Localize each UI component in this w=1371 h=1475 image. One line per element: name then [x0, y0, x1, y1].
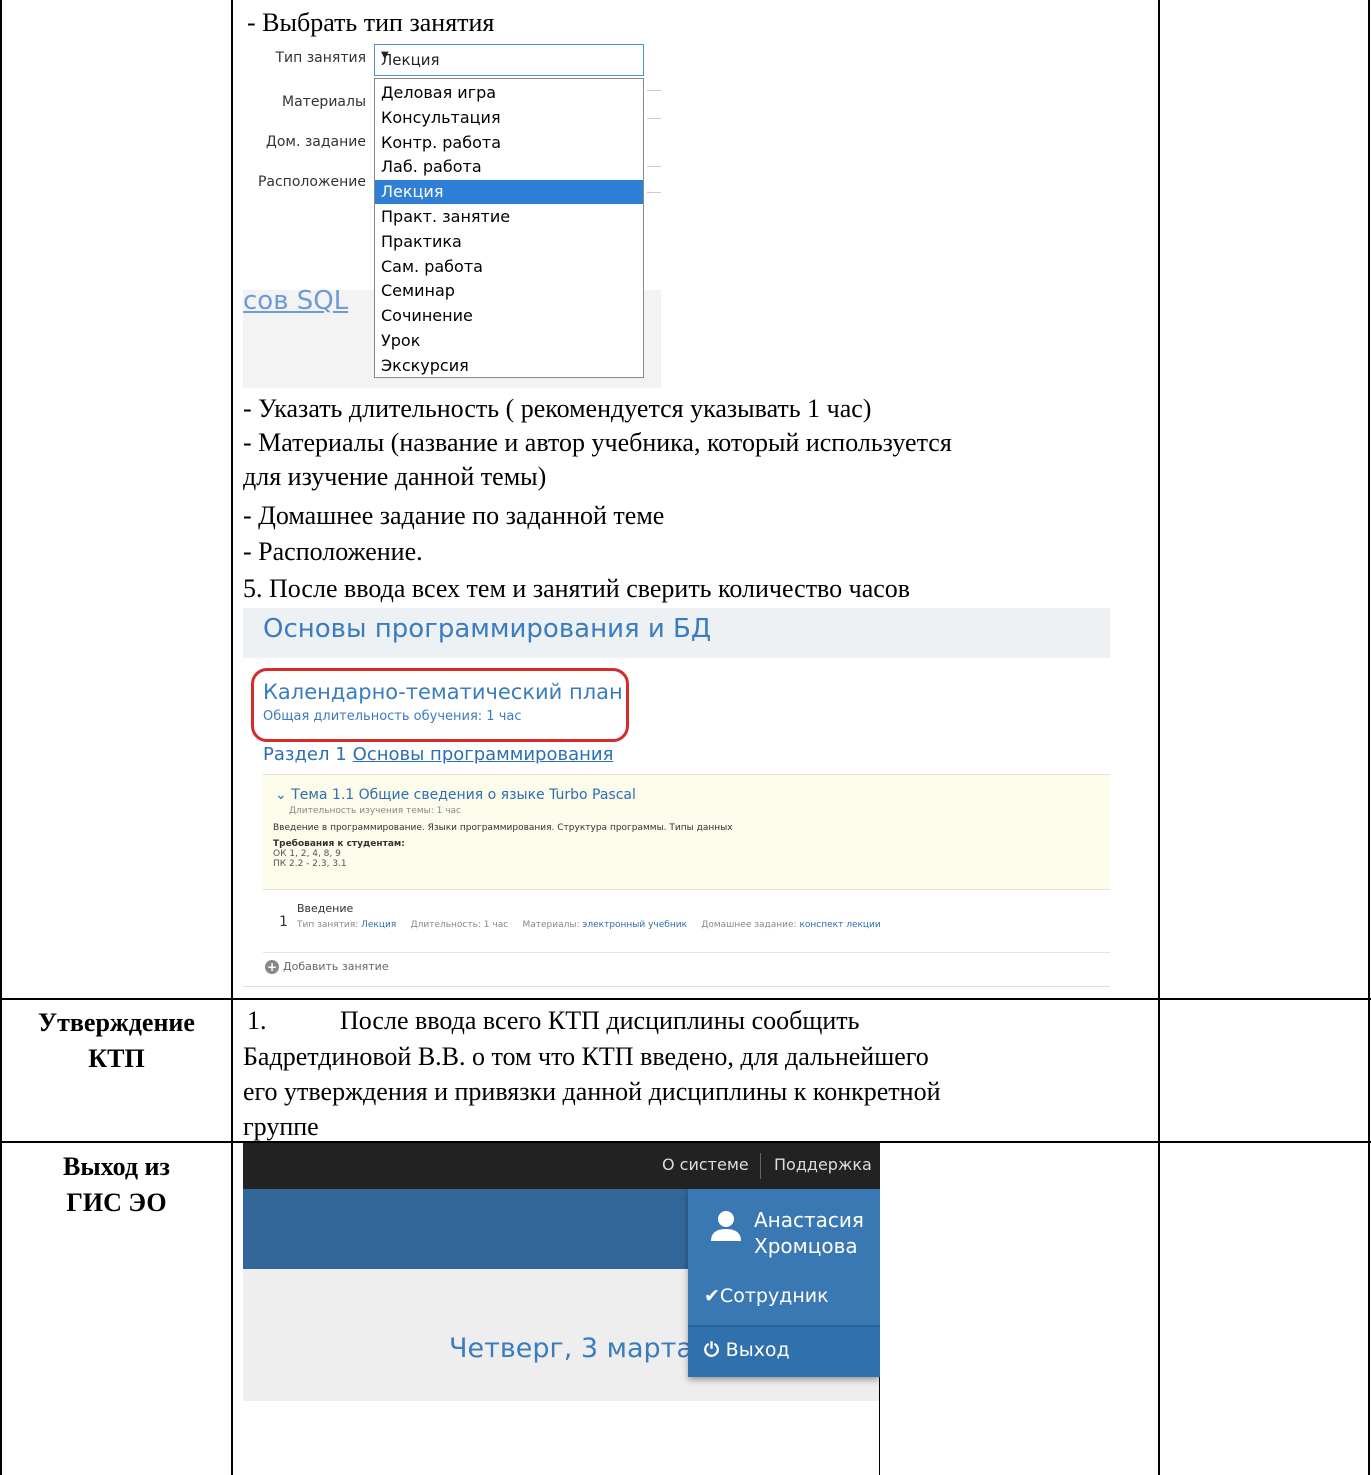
- instruction-line: для изучение данной темы): [243, 462, 547, 491]
- option-item[interactable]: Урок: [375, 329, 643, 353]
- lesson-type-select[interactable]: Лекция ▼: [374, 44, 644, 76]
- topic-duration: Длительность изучения темы: 1 час: [289, 806, 461, 816]
- option-item[interactable]: Сам. работа: [375, 255, 643, 279]
- label-materials: Материалы: [282, 94, 366, 110]
- ktp-screenshot: Основы программирования и БД Календарно-…: [243, 608, 1110, 988]
- lesson-type-link[interactable]: Лекция: [361, 920, 396, 930]
- power-icon: ⏻: [704, 1339, 726, 1361]
- section-heading: Раздел 1 Основы программирования: [263, 744, 613, 765]
- plan-title: Календарно-тематический план: [263, 680, 623, 704]
- row-divider-1: [0, 998, 1371, 1000]
- option-item[interactable]: Практ. занятие: [375, 205, 643, 229]
- field-edge: [647, 118, 661, 119]
- chevron-down-icon[interactable]: ⌄: [275, 787, 291, 803]
- instruction-line: - Расположение.: [243, 537, 423, 566]
- col-divider-2: [1158, 0, 1160, 1475]
- lesson-row[interactable]: 1 Введение Тип занятия: Лекция Длительно…: [263, 890, 1110, 953]
- check-icon: ✔: [704, 1285, 720, 1307]
- section-label: Раздел 1: [263, 744, 347, 765]
- label-lesson-type: Тип занятия: [275, 50, 366, 66]
- panel-edge: [879, 1377, 880, 1475]
- requirements-ok: ОК 1, 2, 4, 8, 9: [273, 849, 341, 859]
- background-link[interactable]: сов SQL: [243, 286, 348, 316]
- role-item[interactable]: ✔Сотрудник: [704, 1285, 829, 1307]
- row-label-approval: Утверждение КТП: [38, 1008, 195, 1073]
- topic-description: Введение в программирование. Языки прогр…: [273, 823, 733, 833]
- approval-line: После ввода всего КТП дисциплины сообщит…: [340, 1006, 860, 1035]
- chevron-down-icon: ▼: [381, 50, 389, 61]
- instruction-line: 5. После ввода всех тем и занятий сверит…: [243, 574, 911, 603]
- user-menu: Анастасия Хромцова ✔Сотрудник ⏻ Выход: [688, 1189, 880, 1377]
- materials-link[interactable]: электронный учебник: [582, 920, 687, 930]
- row-label-exit: Выход из ГИС ЭО: [63, 1152, 170, 1217]
- approval-line: Бадретдиновой В.В. о том что КТП введено…: [243, 1042, 929, 1071]
- instruction-line: - Указать длительность ( рекомендуется у…: [243, 394, 872, 423]
- topic-title[interactable]: ⌄ Тема 1.1 Общие сведения о языке Turbo …: [275, 787, 636, 803]
- option-item[interactable]: Практика: [375, 230, 643, 254]
- field-edge: [647, 90, 661, 91]
- topic-card: ⌄ Тема 1.1 Общие сведения о языке Turbo …: [263, 774, 1110, 890]
- lesson-name: Введение: [297, 902, 354, 915]
- exit-screenshot: О системе Поддержка Четверг, 3 марта Ана…: [243, 1143, 880, 1475]
- nav-separator: [760, 1153, 761, 1179]
- label-homework: Дом. задание: [265, 134, 366, 150]
- option-item[interactable]: Консультация: [375, 106, 643, 130]
- option-item[interactable]: Семинар: [375, 279, 643, 303]
- approval-line: группе: [243, 1112, 319, 1141]
- col-divider-1: [231, 0, 233, 1475]
- field-edge: [647, 166, 661, 167]
- current-date: Четверг, 3 марта: [449, 1333, 693, 1364]
- support-link[interactable]: Поддержка: [774, 1155, 872, 1174]
- label-location: Расположение: [257, 174, 366, 190]
- section-link[interactable]: Основы программирования: [353, 744, 614, 765]
- option-item[interactable]: Лекция: [375, 180, 643, 205]
- requirements-title: Требования к студентам:: [273, 839, 405, 849]
- step-choose-type: - Выбрать тип занятия: [247, 8, 495, 37]
- user-icon: [711, 1211, 741, 1241]
- lesson-number: 1: [279, 914, 288, 930]
- plus-circle-icon: +: [265, 960, 279, 974]
- option-item[interactable]: Лаб. работа: [375, 155, 643, 179]
- homework-link[interactable]: конспект лекции: [799, 920, 880, 930]
- plan-duration: Общая длительность обучения: 1 час: [263, 709, 522, 724]
- user-name: Анастасия Хромцова: [754, 1208, 864, 1258]
- option-item[interactable]: Экскурсия: [375, 354, 643, 378]
- divider: [243, 986, 1110, 987]
- table-right-border: [1368, 0, 1370, 1475]
- field-edge: [647, 192, 661, 193]
- requirements-pk: ПК 2.2 - 2.3, 3.1: [273, 859, 347, 869]
- course-title: Основы программирования и БД: [263, 614, 712, 644]
- table-left-border: [0, 0, 2, 1475]
- lesson-type-screenshot: Тип занятия Материалы Дом. задание Распо…: [243, 40, 661, 388]
- lesson-type-options: Деловая игра Консультация Контр. работа Лаб…: [374, 78, 644, 378]
- instruction-line: - Материалы (название и автор учебника, …: [243, 428, 952, 457]
- logout-button[interactable]: ⏻ Выход: [704, 1339, 790, 1361]
- add-lesson-button[interactable]: + Добавить занятие: [265, 960, 389, 974]
- option-item[interactable]: Контр. работа: [375, 131, 643, 155]
- approval-number: 1.: [247, 1006, 267, 1035]
- option-item[interactable]: Сочинение: [375, 304, 643, 328]
- option-item[interactable]: Деловая игра: [375, 81, 643, 105]
- lesson-meta: Тип занятия: Лекция Длительность: 1 час …: [297, 920, 881, 930]
- about-link[interactable]: О системе: [662, 1155, 749, 1174]
- approval-line: его утверждения и привязки данной дисцип…: [243, 1077, 941, 1106]
- instruction-line: - Домашнее задание по заданной теме: [243, 501, 665, 530]
